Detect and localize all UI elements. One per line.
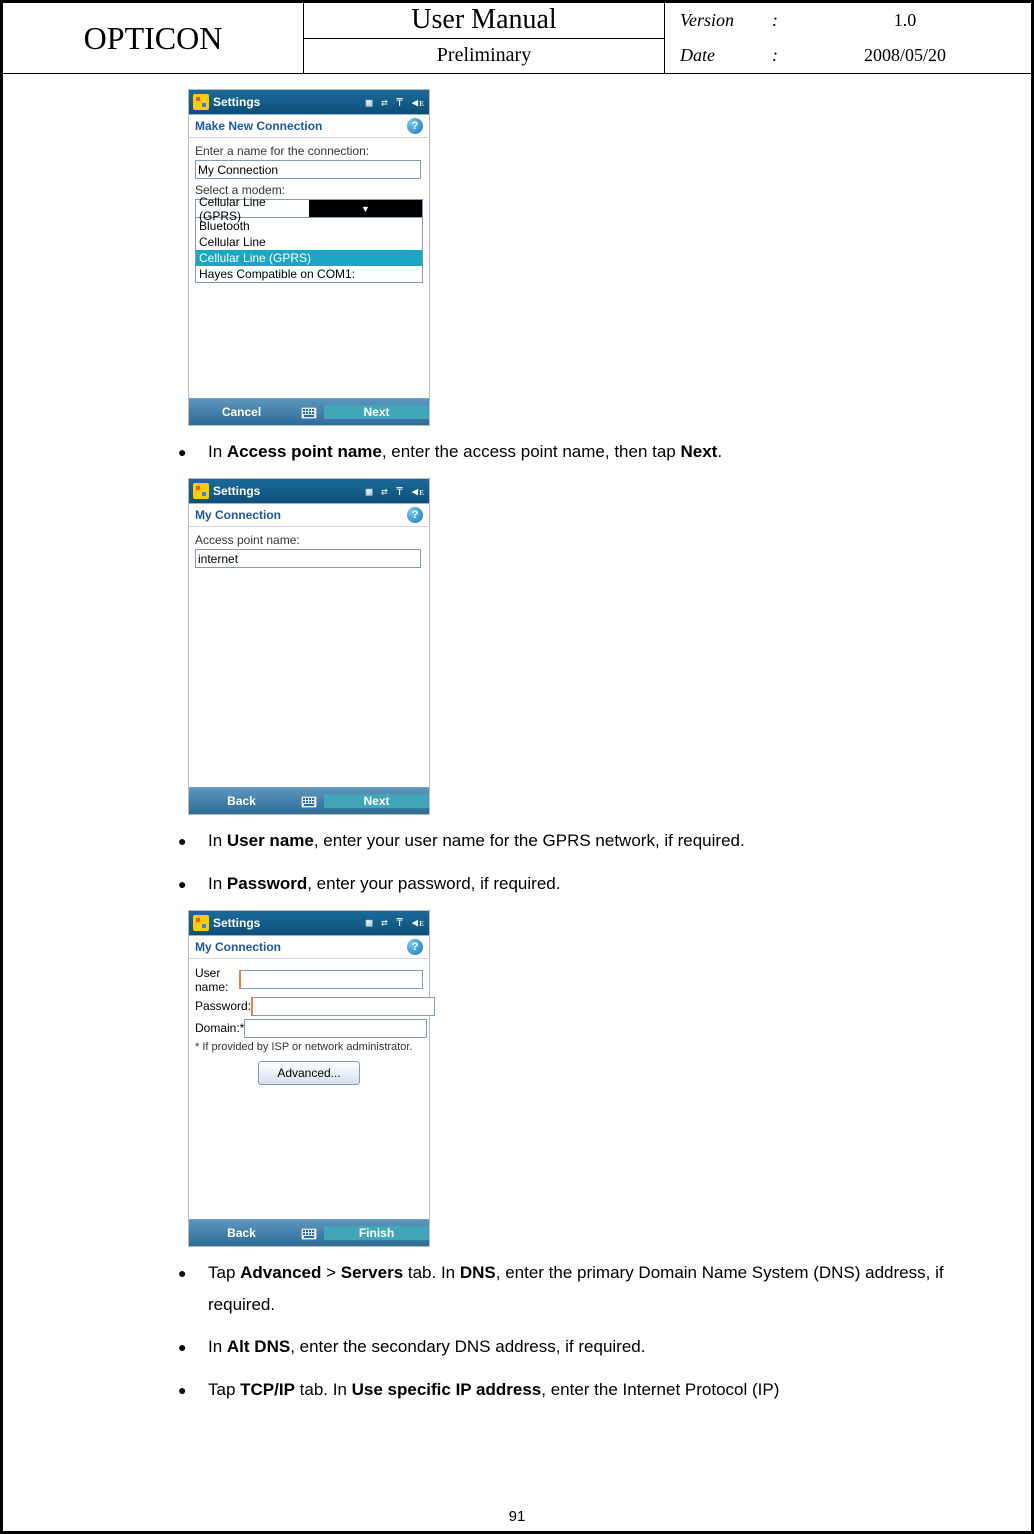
start-icon[interactable] [193, 94, 209, 110]
version-label: Version [680, 10, 760, 31]
option-cellular-line[interactable]: Cellular Line [196, 234, 422, 250]
instruction-apn: ● In Access point name, enter the access… [178, 436, 991, 468]
dropdown-arrow-icon[interactable]: ▼ [309, 200, 422, 217]
next-button[interactable]: Next [324, 405, 429, 419]
apn-input[interactable] [195, 549, 421, 568]
connection-name-input[interactable] [195, 160, 421, 179]
status-icons: ▦ ⇄ ₸ ◀ᴇ [366, 96, 425, 109]
instruction-alt-dns: ● In Alt DNS, enter the secondary DNS ad… [178, 1331, 991, 1363]
screenshot-make-new-connection: Settings ▦ ⇄ ₸ ◀ᴇ Make New Connection ? … [188, 89, 430, 426]
app-title: Settings [213, 95, 362, 109]
page-number: 91 [509, 1508, 526, 1525]
cancel-button[interactable]: Cancel [189, 405, 294, 419]
option-bluetooth[interactable]: Bluetooth [196, 218, 422, 234]
help-icon[interactable]: ? [407, 118, 423, 134]
keyboard-icon[interactable] [294, 794, 324, 808]
option-hayes-com1[interactable]: Hayes Compatible on COM1: [196, 266, 422, 282]
help-icon[interactable]: ? [407, 939, 423, 955]
label-connection-name: Enter a name for the connection: [195, 144, 423, 158]
instruction-tcpip: ● Tap TCP/IP tab. In Use specific IP add… [178, 1374, 991, 1406]
finish-button[interactable]: Finish [324, 1226, 429, 1240]
label-password: Password: [195, 999, 251, 1013]
advanced-button[interactable]: Advanced... [258, 1061, 360, 1085]
username-input[interactable] [239, 970, 423, 989]
modem-select[interactable]: Cellular Line (GPRS) ▼ [195, 199, 423, 218]
label-username: User name: [195, 966, 239, 994]
help-icon[interactable]: ? [407, 507, 423, 523]
modem-options-list: Bluetooth Cellular Line Cellular Line (G… [195, 218, 423, 283]
password-input[interactable] [251, 997, 435, 1016]
app-title: Settings [213, 916, 362, 930]
doc-header: OPTICON User Manual Preliminary Version … [3, 3, 1031, 74]
back-button[interactable]: Back [189, 794, 294, 808]
date-label: Date [680, 45, 760, 66]
keyboard-icon[interactable] [294, 1226, 324, 1240]
label-domain: Domain:* [195, 1021, 244, 1035]
instruction-password: ● In Password, enter your password, if r… [178, 868, 991, 900]
brand: OPTICON [3, 3, 304, 73]
label-apn: Access point name: [195, 533, 423, 547]
status-icons: ▦ ⇄ ₸ ◀ᴇ [366, 916, 425, 929]
start-icon[interactable] [193, 483, 209, 499]
status-icons: ▦ ⇄ ₸ ◀ᴇ [366, 485, 425, 498]
screenshot-credentials: Settings ▦ ⇄ ₸ ◀ᴇ My Connection ? User n… [188, 910, 430, 1247]
app-title: Settings [213, 484, 362, 498]
screen-title: Make New Connection [195, 119, 322, 133]
date-value: 2008/05/20 [794, 45, 1016, 66]
option-cellular-line-gprs[interactable]: Cellular Line (GPRS) [196, 250, 422, 266]
domain-input[interactable] [244, 1019, 427, 1038]
back-button[interactable]: Back [189, 1226, 294, 1240]
doc-subtitle: Preliminary [304, 39, 664, 74]
instruction-advanced-servers: ● Tap Advanced > Servers tab. In DNS, en… [178, 1257, 991, 1322]
screen-title: My Connection [195, 508, 281, 522]
instruction-username: ● In User name, enter your user name for… [178, 825, 991, 857]
next-button[interactable]: Next [324, 794, 429, 808]
isp-note: * If provided by ISP or network administ… [195, 1041, 423, 1053]
screenshot-apn: Settings ▦ ⇄ ₸ ◀ᴇ My Connection ? Access… [188, 478, 430, 815]
doc-title: User Manual [304, 3, 664, 39]
screen-title: My Connection [195, 940, 281, 954]
start-icon[interactable] [193, 915, 209, 931]
keyboard-icon[interactable] [294, 405, 324, 419]
version-value: 1.0 [794, 10, 1016, 31]
